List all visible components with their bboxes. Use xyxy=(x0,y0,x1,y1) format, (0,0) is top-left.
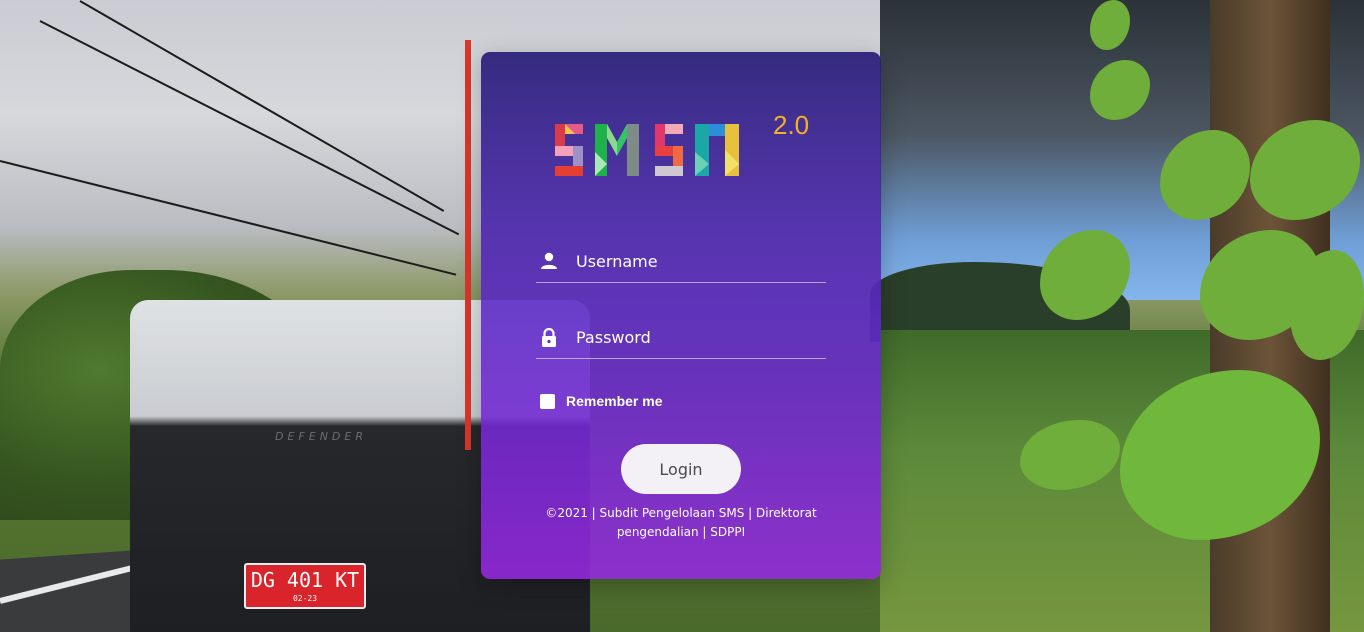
login-button[interactable]: Login xyxy=(621,444,741,494)
remember-me[interactable]: Remember me xyxy=(540,393,663,409)
username-field xyxy=(536,242,826,283)
lock-icon xyxy=(540,327,558,347)
plate-sub: 02-23 xyxy=(292,594,318,603)
license-plate: DG 401 KT 02-23 xyxy=(244,563,366,609)
footer-line-1: ©2021 | Subdit Pengelolaan SMS | Direkto… xyxy=(545,506,817,520)
remember-label: Remember me xyxy=(566,393,663,409)
logo-letter-s2 xyxy=(655,124,683,176)
logo-letter-n xyxy=(695,124,739,176)
power-wire xyxy=(79,0,445,212)
remember-checkbox[interactable] xyxy=(540,393,555,409)
truck-badge: DEFENDER xyxy=(275,430,367,443)
logo-version: 2.0 xyxy=(773,110,810,140)
password-field xyxy=(536,318,826,359)
flag-pole xyxy=(465,40,471,450)
plate-number: DG 401 KT xyxy=(250,568,360,592)
footer-line-2: pengendalian | SDPPI xyxy=(616,525,746,539)
smsn-logo: 2.0 xyxy=(553,110,823,187)
power-wire xyxy=(39,20,460,236)
logo-mark xyxy=(555,124,739,176)
password-input[interactable] xyxy=(574,324,818,350)
username-input[interactable] xyxy=(574,248,818,274)
user-icon xyxy=(540,252,558,270)
footer-credits: ©2021 | Subdit Pengelolaan SMS | Direkto… xyxy=(531,504,831,542)
login-card: 2.0 Remember me Login ©2021 | Subdit Pen… xyxy=(481,52,881,579)
logo-letter-s xyxy=(555,124,583,176)
logo-letter-m xyxy=(595,124,639,176)
